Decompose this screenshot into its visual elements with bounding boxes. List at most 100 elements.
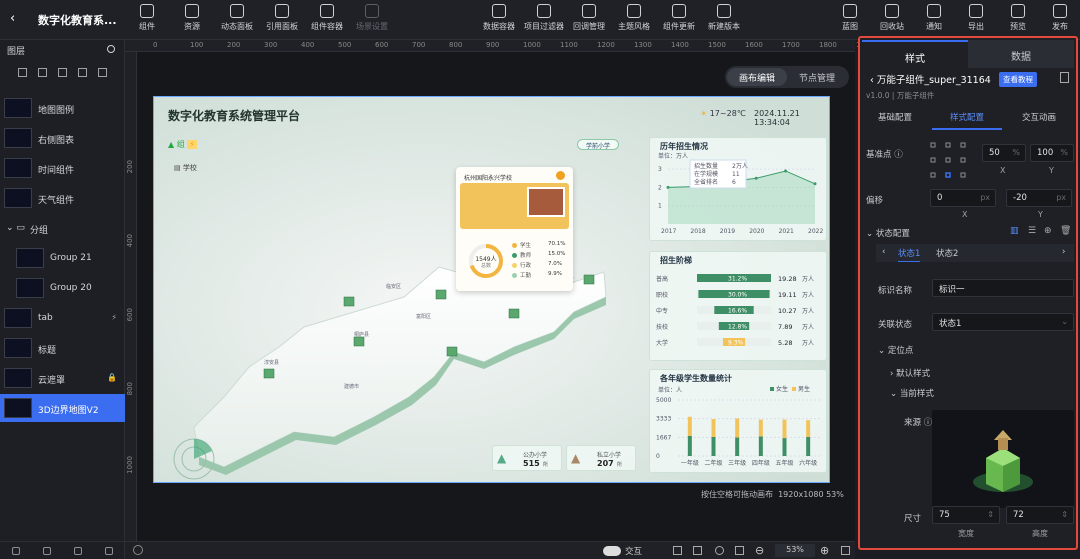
toolbar-button-left-3[interactable]: 引用面板: [260, 4, 304, 32]
tab-style[interactable]: 样式: [862, 40, 968, 68]
zoom-out-icon[interactable]: ⊖: [755, 544, 764, 557]
tutorial-button[interactable]: 查看教程: [999, 72, 1037, 87]
layer-item[interactable]: 3D边界地图V2: [0, 394, 125, 422]
layer-item[interactable]: ⌄ ▭ 分组: [0, 214, 125, 242]
bar-girls[interactable]: [735, 437, 740, 456]
canvas-area[interactable]: 0 100 200 300 400 500 600 700 800 900 1000 1100 1200…: [125, 40, 874, 559]
data-point[interactable]: [666, 185, 670, 189]
layer-item[interactable]: Group 20: [0, 274, 125, 302]
trash-icon[interactable]: 🗑: [1060, 226, 1071, 236]
offset-x-input[interactable]: 0 px: [930, 189, 996, 207]
school-chip[interactable]: 学前小学: [577, 139, 620, 150]
layer-item[interactable]: 右侧图表: [0, 124, 125, 152]
toolbar-button-right-5[interactable]: 发布: [1038, 4, 1080, 32]
layer-item[interactable]: 云遮罩 🔒: [0, 364, 125, 392]
layer-item[interactable]: 标题: [0, 334, 125, 362]
close-icon[interactable]: [556, 171, 565, 180]
move-up-icon[interactable]: [17, 67, 27, 77]
bar-girls[interactable]: [687, 435, 692, 456]
anchor-x-input[interactable]: 50%: [982, 144, 1026, 162]
align-icon[interactable]: ▥: [1010, 226, 1019, 236]
toolbar-button-right-1[interactable]: 回收站: [870, 4, 914, 32]
user-icon[interactable]: [133, 545, 143, 555]
anchor-grid[interactable]: [930, 142, 966, 178]
search-icon[interactable]: [107, 45, 115, 53]
lock-icon[interactable]: 🔒: [107, 373, 117, 382]
toolbar-button-right-2[interactable]: 通知: [912, 4, 956, 32]
linked-state-select[interactable]: 状态1 ⌄: [932, 313, 1074, 331]
ungroup-icon[interactable]: [77, 67, 87, 77]
current-style-label[interactable]: ⌄ 当前样式: [890, 387, 934, 399]
dashboard-artboard[interactable]: 数字化教育系统管理平台 ☀ 17~28℃ 2024.11.21 13:34:04…: [153, 96, 830, 483]
help-icon[interactable]: ⓘ: [924, 418, 933, 428]
preview-icon[interactable]: [673, 546, 682, 555]
anchor-y-input[interactable]: 100%: [1030, 144, 1074, 162]
id-name-input[interactable]: 标识一: [932, 279, 1074, 297]
tab-state-1[interactable]: 状态1: [898, 247, 921, 262]
tab-node-manage[interactable]: 节点管理: [787, 68, 847, 86]
toolbar-button-right-0[interactable]: 蓝图: [828, 4, 872, 32]
zoom-level[interactable]: 53%: [775, 544, 815, 557]
chevron-left-icon[interactable]: ‹: [882, 247, 885, 257]
toolbar-button-center-5[interactable]: 新建版本: [702, 4, 746, 32]
component-name[interactable]: ‹ 万能子组件_super_31164: [870, 72, 991, 86]
stepper-icon[interactable]: ⇕: [987, 510, 994, 519]
delete-icon[interactable]: [105, 546, 114, 555]
toolbar-button-left-2[interactable]: 动态面板: [215, 4, 259, 32]
copy-icon[interactable]: [74, 546, 83, 555]
tab-data[interactable]: 数据: [968, 40, 1074, 68]
tab-style-config[interactable]: 样式配置: [932, 108, 1002, 130]
bar-boys[interactable]: [806, 420, 811, 437]
tab-state-2[interactable]: 状态2: [936, 247, 958, 259]
school-popup[interactable]: 杭州国阳永兴学校 1549人 总数 学生 70.1% 教师 15.0% 行政 7.0% 工勤…: [456, 167, 573, 291]
toolbar-button-left-1[interactable]: 资源: [170, 4, 214, 32]
keyboard-icon[interactable]: [735, 546, 744, 555]
toolbar-button-center-3[interactable]: 主题风格: [612, 4, 656, 32]
bar-girls[interactable]: [782, 438, 787, 456]
bar-boys[interactable]: [711, 419, 716, 437]
bar-boys[interactable]: [758, 419, 763, 437]
layer-item[interactable]: 时间组件: [0, 154, 125, 182]
width-input[interactable]: 75 ⇕: [932, 506, 1000, 524]
layout-icon[interactable]: [693, 546, 702, 555]
tab-basic-config[interactable]: 基础配置: [860, 108, 930, 130]
doc-icon[interactable]: [1060, 72, 1069, 83]
data-point[interactable]: [754, 176, 758, 180]
toolbar-button-right-3[interactable]: 导出: [954, 4, 998, 32]
add-icon[interactable]: ⊕: [1044, 226, 1052, 236]
layer-item[interactable]: 天气组件: [0, 184, 125, 212]
folder-icon[interactable]: ⌄ ▭: [6, 223, 25, 233]
settings-icon[interactable]: [715, 546, 724, 555]
back-button[interactable]: ‹: [10, 11, 15, 26]
bar-girls[interactable]: [758, 436, 763, 456]
bar-girls[interactable]: [711, 436, 716, 456]
layer-item[interactable]: tab ⚡: [0, 304, 125, 332]
help-icon[interactable]: ⓘ: [894, 150, 903, 160]
tab-interaction-anim[interactable]: 交互动画: [1004, 108, 1074, 130]
toolbar-button-center-2[interactable]: 回调管理: [567, 4, 611, 32]
chevron-right-icon[interactable]: ›: [1062, 247, 1065, 257]
zoom-in-icon[interactable]: ⊕: [820, 544, 829, 557]
toolbar-button-center-0[interactable]: 数据容器: [477, 4, 521, 32]
list-view-icon[interactable]: [97, 67, 107, 77]
chevron-left-icon[interactable]: ‹: [870, 75, 874, 86]
bar-boys[interactable]: [782, 419, 787, 439]
settings-icon[interactable]: [11, 546, 20, 555]
group-icon[interactable]: [57, 67, 67, 77]
default-style-label[interactable]: › 默认样式: [890, 367, 930, 379]
list-icon[interactable]: ☰: [1028, 226, 1036, 236]
tab-canvas-edit[interactable]: 画布编辑: [727, 68, 788, 86]
layer-item[interactable]: 地图图例: [0, 94, 125, 122]
bar-girls[interactable]: [806, 436, 811, 456]
state-config-label[interactable]: ⌄ 状态配置: [866, 227, 910, 239]
move-down-icon[interactable]: [37, 67, 47, 77]
toolbar-button-right-4[interactable]: 预览: [996, 4, 1040, 32]
bar-boys[interactable]: [687, 416, 692, 436]
fit-screen-icon[interactable]: [841, 546, 850, 555]
height-input[interactable]: 72 ⇕: [1006, 506, 1074, 524]
data-point[interactable]: [813, 182, 817, 186]
toolbar-button-left-4[interactable]: 组件容器: [305, 4, 349, 32]
toolbar-button-center-4[interactable]: 组件更新: [657, 4, 701, 32]
interact-toggle[interactable]: [603, 546, 621, 556]
data-point[interactable]: [784, 169, 788, 173]
